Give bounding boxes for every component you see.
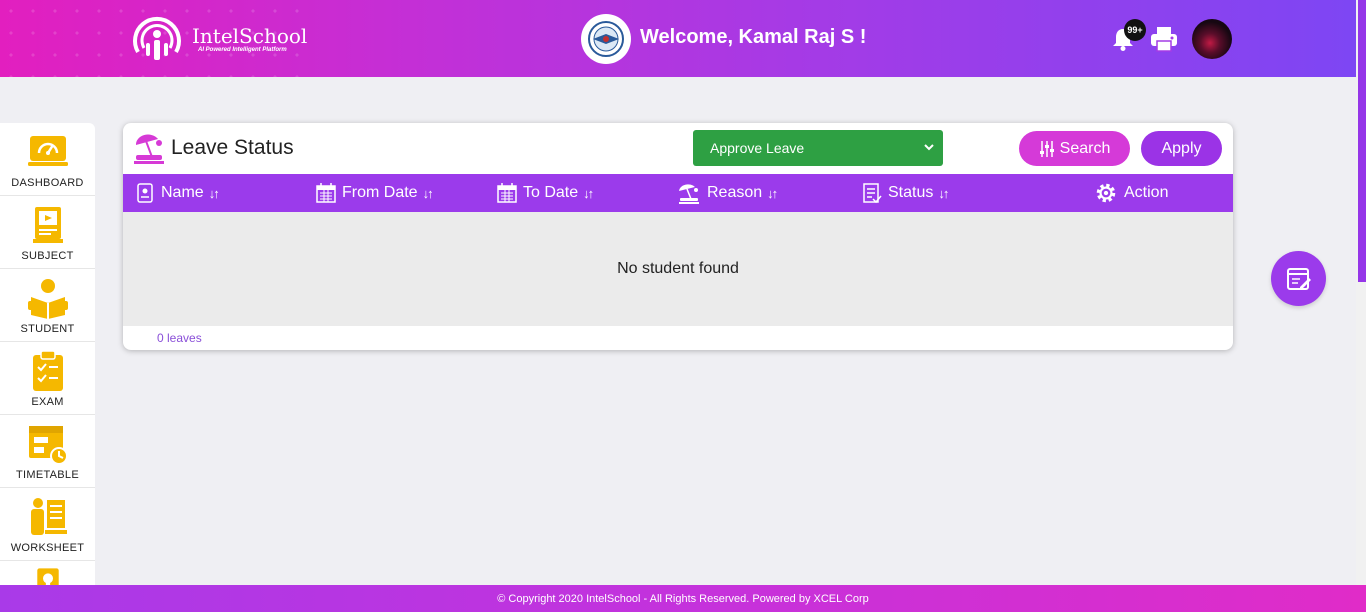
sidebar-item-label: TIMETABLE xyxy=(15,469,79,481)
apply-button[interactable]: Apply xyxy=(1141,131,1222,166)
school-emblem xyxy=(581,14,631,64)
sidebar-item-exam[interactable]: EXAM xyxy=(0,342,95,415)
sort-icon[interactable]: ↓↑ xyxy=(423,186,434,201)
exam-icon xyxy=(32,350,63,391)
gear-icon xyxy=(1096,183,1116,203)
column-label: From Date xyxy=(342,184,418,201)
sidebar-item-more[interactable] xyxy=(0,561,95,585)
apply-button-label: Apply xyxy=(1161,139,1202,157)
column-action: Action xyxy=(1094,174,1168,212)
card-header: Leave Status Approve Leave Search Apply xyxy=(123,123,1233,174)
column-reason[interactable]: Reason ↓↑ xyxy=(677,174,778,212)
logo-icon xyxy=(133,16,181,60)
lightbulb-icon xyxy=(36,568,59,585)
timetable-icon xyxy=(28,426,68,465)
empty-state-message: No student found xyxy=(617,260,739,277)
sidebar-item-label: WORKSHEET xyxy=(10,542,85,554)
logo-text: IntelSchool AI Powered Intelligent Platf… xyxy=(192,25,307,53)
page-footer: © Copyright 2020 IntelSchool - All Right… xyxy=(0,585,1366,612)
logo-name: IntelSchool xyxy=(192,24,308,48)
sort-icon[interactable]: ↓↑ xyxy=(767,186,778,201)
checklist-icon xyxy=(863,183,882,204)
student-icon xyxy=(27,279,68,319)
welcome-message: Welcome, Kamal Raj S ! xyxy=(640,26,867,48)
printer-icon[interactable] xyxy=(1149,24,1179,54)
worksheet-icon xyxy=(30,498,67,535)
page-scrollbar-thumb[interactable] xyxy=(1358,0,1366,282)
column-label: Status xyxy=(888,184,934,201)
card-footer: 0 leaves xyxy=(123,326,1233,350)
column-label: To Date xyxy=(523,184,579,201)
copyright-text: © Copyright 2020 IntelSchool - All Right… xyxy=(497,592,869,605)
sidebar-item-dashboard[interactable]: DASHBOARD xyxy=(0,123,95,196)
sidebar-item-label: DASHBOARD xyxy=(11,177,84,189)
search-button-label: Search xyxy=(1059,139,1111,157)
sidebar-item-timetable[interactable]: TIMETABLE xyxy=(0,415,95,488)
subject-icon xyxy=(32,207,63,243)
empty-state: No student found xyxy=(123,212,1233,326)
id-badge-icon xyxy=(137,183,153,203)
top-header: IntelSchool AI Powered Intelligent Platf… xyxy=(0,0,1366,77)
sort-icon[interactable]: ↓↑ xyxy=(583,186,594,201)
column-label: Name xyxy=(161,184,204,201)
sidebar-item-worksheet[interactable]: WORKSHEET xyxy=(0,488,95,561)
page-title: Leave Status xyxy=(171,136,294,159)
search-button[interactable]: Search xyxy=(1019,131,1130,166)
leave-count: 0 leaves xyxy=(157,331,202,345)
filter-sliders-icon xyxy=(1039,140,1054,157)
edit-note-icon xyxy=(1286,267,1311,290)
column-label: Reason xyxy=(707,184,763,201)
column-to-date[interactable]: To Date ↓↑ xyxy=(497,174,594,212)
notification-count-badge: 99+ xyxy=(1124,19,1146,41)
beach-umbrella-icon xyxy=(134,134,164,164)
sidebar-item-label: STUDENT xyxy=(20,323,75,335)
column-label: Action xyxy=(1124,184,1169,201)
column-from-date[interactable]: From Date ↓↑ xyxy=(316,174,434,212)
beach-umbrella-icon xyxy=(679,184,699,204)
sidebar-item-label: SUBJECT xyxy=(21,250,74,262)
leave-type-select[interactable]: Approve Leave xyxy=(693,130,943,166)
user-avatar[interactable] xyxy=(1192,19,1232,59)
chevron-down-icon xyxy=(924,144,934,151)
leave-status-card: Leave Status Approve Leave Search Apply xyxy=(123,123,1233,350)
intelschool-logo[interactable]: IntelSchool AI Powered Intelligent Platf… xyxy=(128,12,307,66)
sidebar-item-label: EXAM xyxy=(31,396,64,408)
calendar-icon xyxy=(497,183,517,203)
leave-type-select-value: Approve Leave xyxy=(710,140,805,156)
school-emblem-icon xyxy=(588,21,624,57)
calendar-icon xyxy=(316,183,336,203)
sort-icon[interactable]: ↓↑ xyxy=(209,186,220,201)
column-name[interactable]: Name ↓↑ xyxy=(135,174,220,212)
dashboard-icon xyxy=(27,136,68,166)
sidebar-item-student[interactable]: STUDENT xyxy=(0,269,95,342)
floating-edit-button[interactable] xyxy=(1271,251,1326,306)
sidebar: DASHBOARD SUBJECT STUDENT EXAM TIMETABLE… xyxy=(0,123,95,585)
column-status[interactable]: Status ↓↑ xyxy=(862,174,949,212)
table-header: Name ↓↑ From Date ↓↑ To Date ↓↑ Reason ↓… xyxy=(123,174,1233,212)
sidebar-item-subject[interactable]: SUBJECT xyxy=(0,196,95,269)
sort-icon[interactable]: ↓↑ xyxy=(938,186,949,201)
